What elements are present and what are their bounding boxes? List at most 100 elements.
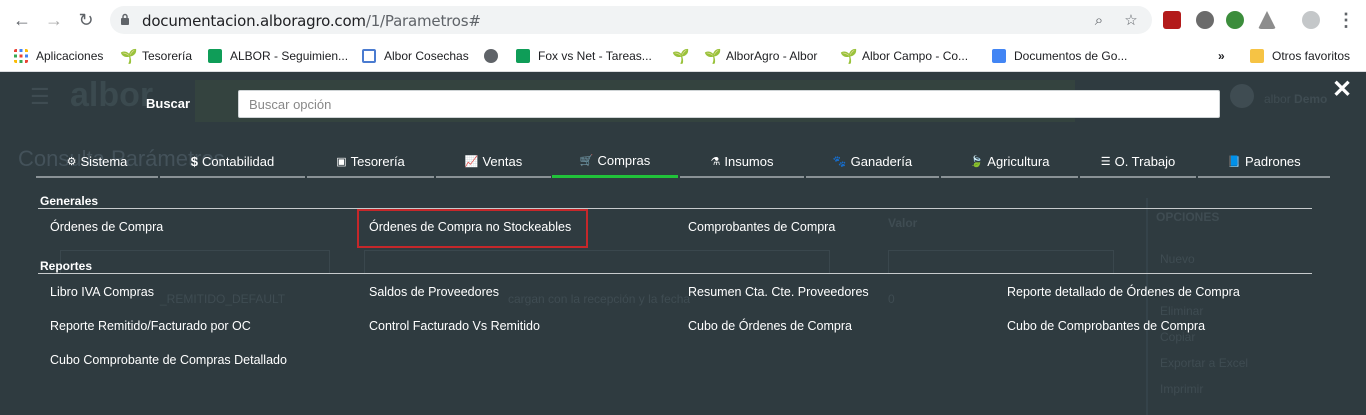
- menu-item-libro-iva-compras[interactable]: Libro IVA Compras: [50, 285, 154, 299]
- bookmark-documentos[interactable]: Documentos de Go...: [992, 46, 1127, 66]
- tab-label: Agricultura: [987, 153, 1050, 169]
- chevron-double-right-icon: »: [1218, 49, 1225, 63]
- option-exportar: Exportar a Excel: [1160, 356, 1249, 370]
- bookmark-globe[interactable]: [484, 46, 498, 66]
- bookmark-apps[interactable]: Aplicaciones: [14, 46, 103, 66]
- tab-padrones[interactable]: 📘 Padrones: [1198, 146, 1330, 178]
- apps-grid-icon: [14, 49, 28, 63]
- list-icon: ☰: [1100, 155, 1111, 168]
- menu-item-saldos-proveedores[interactable]: Saldos de Proveedores: [369, 285, 499, 299]
- menu-item-resumen-cta-cte[interactable]: Resumen Cta. Cte. Proveedores: [688, 285, 869, 299]
- menu-item-cubo-comprobante-detallado[interactable]: Cubo Comprobante de Compras Detallado: [50, 353, 287, 367]
- table-row-value: 0: [888, 292, 895, 306]
- section-title-reportes: Reportes: [40, 259, 93, 273]
- kebab-menu-icon[interactable]: ⋮: [1334, 8, 1358, 32]
- bookmark-otros-favoritos[interactable]: Otros favoritos: [1250, 46, 1350, 66]
- tab-o-trabajo[interactable]: ☰ O. Trabajo: [1080, 146, 1196, 178]
- tab-label: Contabilidad: [201, 153, 275, 169]
- basket-icon: 🛒: [579, 155, 594, 167]
- app-logo: albor: [70, 76, 154, 114]
- tab-label: O. Trabajo: [1114, 153, 1176, 169]
- tab-label: Ventas: [482, 153, 523, 169]
- bookmark-albor-campo[interactable]: 🌱 Albor Campo - Co...: [840, 46, 968, 66]
- pdf-extension-icon[interactable]: [1163, 11, 1181, 29]
- option-eliminar: Eliminar: [1160, 304, 1204, 318]
- forward-arrow-icon[interactable]: →: [42, 8, 66, 32]
- back-arrow-icon[interactable]: ←: [10, 8, 34, 32]
- sidebar-divider: [1146, 198, 1148, 415]
- bookmark-label: Tesorería: [142, 49, 193, 63]
- zoom-icon[interactable]: ⌕: [1090, 12, 1108, 30]
- table-row-key: _REMITIDO_DEFAULT: [160, 292, 286, 306]
- more-bookmarks-button[interactable]: »: [1218, 46, 1225, 66]
- menu-item-reporte-remitido-facturado[interactable]: Reporte Remitido/Facturado por OC: [50, 319, 251, 333]
- browser-toolbar: ← → ↻ documentacion.alboragro.com/1/Para…: [0, 0, 1366, 40]
- section-divider: [38, 273, 1312, 274]
- tab-agricultura[interactable]: 🍃 Agricultura: [941, 146, 1078, 178]
- sprout-icon: 🌱: [840, 47, 858, 64]
- tab-insumos[interactable]: ⚗ Insumos: [680, 146, 804, 178]
- sprout-icon: 🌱: [672, 47, 690, 64]
- tab-label: Compras: [597, 153, 651, 168]
- user-name-bold: Demo: [1294, 92, 1328, 106]
- menu-item-cubo-comprobantes-compra[interactable]: Cubo de Comprobantes de Compra: [1007, 319, 1205, 333]
- search-label: Buscar: [146, 96, 191, 111]
- cogs-icon: ⚙: [66, 155, 77, 168]
- leaf-icon: 🍃: [969, 155, 984, 168]
- bookmark-label: Albor Cosechas: [384, 49, 469, 63]
- tab-compras[interactable]: 🛒 Compras: [552, 146, 678, 178]
- bookmark-label: AlborAgro - Albor: [726, 49, 818, 63]
- line-chart-icon: 📈: [464, 155, 479, 168]
- user-name: albor Demo: [1264, 92, 1327, 106]
- option-nuevo: Nuevo: [1160, 252, 1195, 266]
- globe-extension-icon[interactable]: [1226, 11, 1244, 29]
- col-valor-header: Valor: [888, 216, 918, 230]
- menu-item-control-facturado-remitido[interactable]: Control Facturado Vs Remitido: [369, 319, 540, 333]
- menu-item-ordenes-de-compra[interactable]: Órdenes de Compra: [50, 220, 163, 234]
- bookmark-sprout[interactable]: 🌱: [672, 46, 690, 66]
- bookmark-label: Aplicaciones: [36, 49, 104, 63]
- book-icon: 📘: [1227, 155, 1242, 168]
- url-path: /1/Parametros#: [365, 12, 481, 30]
- bookmark-label: Fox vs Net - Tareas...: [538, 49, 652, 63]
- bookmark-alboragro[interactable]: 🌱 AlborAgro - Albor: [704, 46, 817, 66]
- extension-circle-icon[interactable]: [1196, 11, 1214, 29]
- tab-label: Padrones: [1245, 153, 1301, 169]
- bookmark-label: Otros favoritos: [1272, 49, 1351, 63]
- paw-icon: 🐾: [832, 155, 847, 168]
- bookmark-albor-seguimiento[interactable]: ALBOR - Seguimien...: [208, 46, 348, 66]
- bookmark-label: Albor Campo - Co...: [862, 49, 969, 63]
- bookmark-tesoreria[interactable]: 🌱 Tesorería: [120, 46, 192, 66]
- module-tabs: ⚙ Sistema $ Contabilidad ▣ Tesorería 📈 V…: [36, 146, 1330, 180]
- menu-item-reporte-detallado-ordenes[interactable]: Reporte detallado de Órdenes de Compra: [1007, 285, 1240, 299]
- tab-label: Insumos: [724, 153, 774, 169]
- tab-label: Sistema: [80, 153, 128, 169]
- profile-avatar-icon[interactable]: [1302, 11, 1320, 29]
- tab-ventas[interactable]: 📈 Ventas: [436, 146, 551, 178]
- tab-tesoreria[interactable]: ▣ Tesorería: [307, 146, 434, 178]
- highlight-box: [357, 209, 588, 248]
- search-input[interactable]: [238, 90, 1220, 118]
- filter-input-1: [60, 250, 330, 274]
- money-icon: ▣: [336, 155, 347, 168]
- lock-icon: [121, 13, 129, 25]
- close-icon[interactable]: ✕: [1330, 78, 1354, 102]
- tab-contabilidad[interactable]: $ Contabilidad: [160, 146, 305, 178]
- filter-input-2: [364, 250, 830, 274]
- tab-ganaderia[interactable]: 🐾 Ganadería: [806, 146, 939, 178]
- drive-extension-icon[interactable]: [1258, 11, 1276, 29]
- bookmark-albor-cosechas[interactable]: Albor Cosechas: [362, 46, 469, 66]
- sprout-icon: 🌱: [120, 47, 138, 64]
- address-bar[interactable]: documentacion.alboragro.com/1/Parametros…: [110, 6, 1152, 34]
- bookmark-fox-vs-net[interactable]: Fox vs Net - Tareas...: [516, 46, 652, 66]
- flask-icon: ⚗: [710, 155, 721, 168]
- reload-icon[interactable]: ↻: [74, 8, 98, 32]
- tab-label: Ganadería: [850, 153, 913, 169]
- option-imprimir: Imprimir: [1160, 382, 1204, 396]
- url-host: documentacion.alboragro.com: [142, 12, 366, 30]
- user-avatar: [1230, 84, 1254, 108]
- tab-sistema[interactable]: ⚙ Sistema: [36, 146, 158, 178]
- star-icon[interactable]: ☆: [1122, 12, 1140, 30]
- menu-item-cubo-ordenes-compra[interactable]: Cubo de Órdenes de Compra: [688, 319, 852, 333]
- menu-item-comprobantes-de-compra[interactable]: Comprobantes de Compra: [688, 220, 835, 234]
